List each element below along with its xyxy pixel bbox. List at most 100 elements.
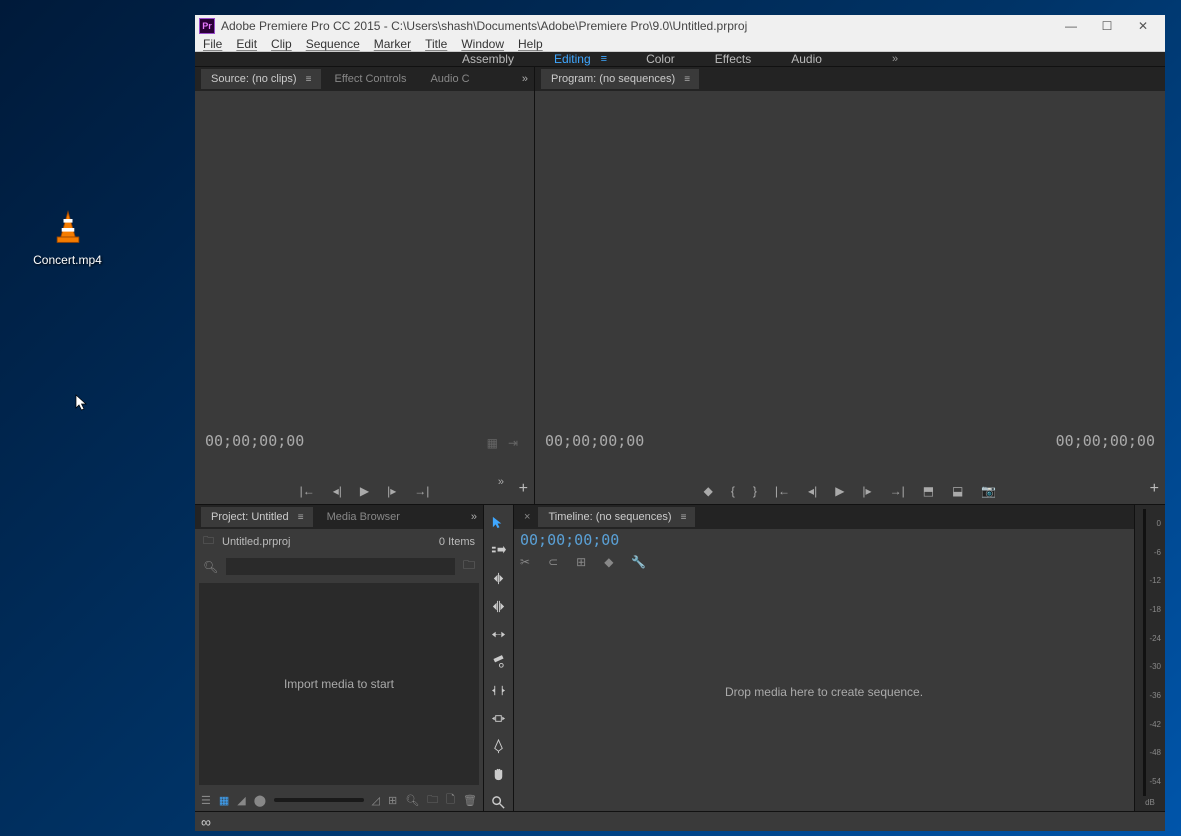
menu-window[interactable]: Window xyxy=(461,37,504,51)
tab-media-browser[interactable]: Media Browser xyxy=(317,507,410,527)
menu-marker[interactable]: Marker xyxy=(374,37,411,51)
thumbnail-zoom-slider[interactable] xyxy=(274,798,363,802)
icon-view-button[interactable]: ▦ xyxy=(219,794,229,807)
menu-sequence[interactable]: Sequence xyxy=(306,37,360,51)
find-icon[interactable]: 🔍︎ xyxy=(405,794,419,807)
workspace-color[interactable]: Color xyxy=(646,52,675,66)
play-button[interactable]: ▶ xyxy=(360,484,369,498)
panel-menu-icon[interactable]: ≡ xyxy=(684,74,689,85)
hand-tool[interactable] xyxy=(488,765,510,783)
step-back-button[interactable]: ◂| xyxy=(808,484,817,498)
nest-toggle-icon[interactable]: ✂ xyxy=(520,555,530,569)
folder-icon: 🗀 xyxy=(203,532,214,551)
desktop-file-concert[interactable]: Concert.mp4 xyxy=(30,210,105,267)
extract-button[interactable]: ⬓ xyxy=(952,484,963,498)
sort-icon[interactable]: ◿ xyxy=(372,794,380,807)
titlebar[interactable]: Pr Adobe Premiere Pro CC 2015 - C:\Users… xyxy=(195,15,1165,37)
panel-menu-icon[interactable]: ≡ xyxy=(306,74,311,85)
step-back-button[interactable]: ◂| xyxy=(333,484,342,498)
workspace-options-icon[interactable]: ≡ xyxy=(601,53,606,65)
play-button[interactable]: ▶ xyxy=(835,484,844,498)
workspace-assembly[interactable]: Assembly xyxy=(462,52,514,66)
program-timecode-left[interactable]: 00;00;00;00 xyxy=(545,432,644,450)
menu-help[interactable]: Help xyxy=(518,37,543,51)
clear-button[interactable]: 🗑 xyxy=(463,794,477,807)
program-monitor[interactable]: 00;00;00;00 00;00;00;00 ◆ { } |← ◂| ▶ |▸… xyxy=(535,91,1165,504)
workspace-effects[interactable]: Effects xyxy=(715,52,751,66)
source-timecode[interactable]: 00;00;00;00 xyxy=(205,432,304,450)
tab-effect-controls[interactable]: Effect Controls xyxy=(325,69,417,89)
panel-menu-icon[interactable]: ≡ xyxy=(298,512,303,523)
razor-tool[interactable] xyxy=(488,653,510,671)
rate-stretch-tool[interactable] xyxy=(488,625,510,643)
menu-file[interactable]: File xyxy=(203,37,222,51)
mark-out-button[interactable]: →| xyxy=(414,484,429,498)
mark-in-button[interactable]: { xyxy=(731,484,735,498)
safe-margins-icon[interactable]: ▦ xyxy=(487,436,498,450)
project-item-count: 0 Items xyxy=(439,536,475,548)
tab-timeline[interactable]: Timeline: (no sequences) ≡ xyxy=(538,507,695,527)
freeform-view-button[interactable]: ◢ xyxy=(237,794,245,807)
workspace-overflow-icon[interactable]: » xyxy=(892,53,898,65)
filter-bin-icon[interactable]: 🗀 xyxy=(463,556,475,577)
snap-icon[interactable]: ⊂ xyxy=(548,555,558,569)
workspace-editing[interactable]: Editing xyxy=(554,52,591,66)
tab-project[interactable]: Project: Untitled ≡ xyxy=(201,507,313,527)
program-panel: Program: (no sequences) ≡ 00;00;00;00 00… xyxy=(535,67,1165,504)
close-panel-icon[interactable]: × xyxy=(520,511,534,523)
export-frame-button[interactable]: 📷 xyxy=(981,484,996,498)
mark-out-button[interactable]: } xyxy=(753,484,757,498)
maximize-button[interactable]: ☐ xyxy=(1089,15,1125,37)
new-bin-button[interactable]: 🗀 xyxy=(427,791,438,810)
creative-cloud-icon[interactable]: ∞ xyxy=(201,814,211,830)
vlc-icon xyxy=(50,210,86,246)
step-forward-button[interactable]: |▸ xyxy=(862,484,871,498)
program-timecode-right[interactable]: 00;00;00;00 xyxy=(1056,432,1155,450)
list-view-button[interactable]: ☰ xyxy=(201,794,211,807)
new-item-button[interactable]: 🗋 xyxy=(446,791,455,810)
pen-tool[interactable] xyxy=(488,737,510,755)
workspace-audio[interactable]: Audio xyxy=(791,52,822,66)
minimize-button[interactable]: — xyxy=(1053,15,1089,37)
button-editor-icon[interactable]: + xyxy=(1150,480,1159,498)
project-search-input[interactable] xyxy=(226,558,455,575)
marker-icon[interactable]: ◆ xyxy=(604,555,613,569)
panel-menu-icon[interactable]: ≡ xyxy=(681,512,686,523)
linked-selection-icon[interactable]: ⊞ xyxy=(576,555,586,569)
rolling-edit-tool[interactable] xyxy=(488,597,510,615)
project-bin-area[interactable]: Import media to start xyxy=(199,583,479,785)
close-button[interactable]: ✕ xyxy=(1125,15,1161,37)
tab-source-label: Source: (no clips) xyxy=(211,73,297,85)
track-select-tool[interactable] xyxy=(488,541,510,559)
step-forward-button[interactable]: |▸ xyxy=(387,484,396,498)
button-editor-icon[interactable]: + xyxy=(519,480,528,498)
menu-clip[interactable]: Clip xyxy=(271,37,292,51)
go-in-button[interactable]: |← xyxy=(775,484,790,498)
timeline-drop-area[interactable]: Drop media here to create sequence. xyxy=(514,573,1134,811)
slide-tool[interactable] xyxy=(488,709,510,727)
tab-overflow-icon[interactable]: » xyxy=(522,73,528,85)
tab-source[interactable]: Source: (no clips) ≡ xyxy=(201,69,321,89)
selection-tool[interactable] xyxy=(488,513,510,531)
tab-audio-clip-mixer[interactable]: Audio C xyxy=(420,69,479,89)
insert-icon[interactable]: ⇥ xyxy=(508,436,518,450)
timeline-timecode[interactable]: 00;00;00;00 xyxy=(514,529,1134,551)
menubar: File Edit Clip Sequence Marker Title Win… xyxy=(195,37,1165,52)
project-panel: Project: Untitled ≡ Media Browser » 🗀 Un… xyxy=(195,505,484,811)
source-monitor[interactable]: 00;00;00;00 ▦ ⇥ |← ◂| ▶ |▸ →| » + xyxy=(195,91,534,504)
settings-icon[interactable]: 🔧 xyxy=(631,555,646,569)
ripple-edit-tool[interactable] xyxy=(488,569,510,587)
tab-program[interactable]: Program: (no sequences) ≡ xyxy=(541,69,699,89)
lift-button[interactable]: ⬒ xyxy=(923,484,934,498)
menu-title[interactable]: Title xyxy=(425,37,447,51)
auto-edit-icon[interactable]: ⊞ xyxy=(388,794,397,807)
slip-tool[interactable] xyxy=(488,681,510,699)
audio-meter-panel[interactable]: 0 -6 -12 -18 -24 -30 -36 -42 -48 -54 dB xyxy=(1135,505,1165,811)
zoom-tool[interactable] xyxy=(488,793,510,811)
mark-in-button[interactable]: |← xyxy=(300,484,315,498)
add-marker-button[interactable]: ◆ xyxy=(704,484,713,498)
menu-edit[interactable]: Edit xyxy=(236,37,257,51)
transport-overflow-icon[interactable]: » xyxy=(498,476,504,488)
tab-overflow-icon[interactable]: » xyxy=(471,511,477,523)
go-out-button[interactable]: →| xyxy=(890,484,905,498)
